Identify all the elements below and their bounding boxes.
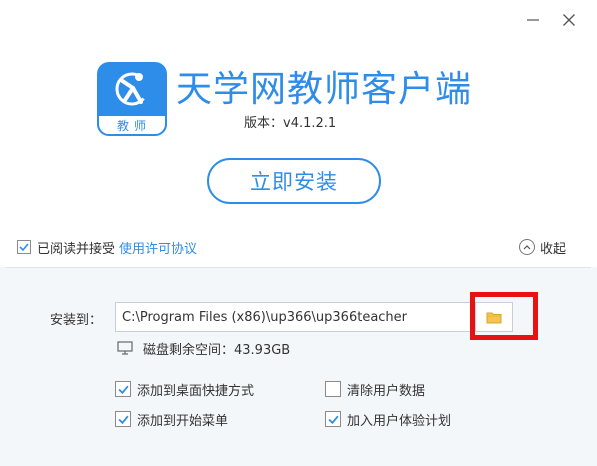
divider (6, 267, 591, 268)
disk-space-row: 磁盘剩余空间：43.93GB (117, 338, 290, 358)
options-panel (0, 267, 597, 466)
user-experience-checkbox[interactable] (325, 411, 341, 427)
agreement-row: 已阅读并接受 使用许可协议 (17, 237, 197, 257)
folder-icon (486, 312, 502, 323)
option-start-menu[interactable]: 添加到开始菜单 (115, 409, 228, 429)
start-menu-checkbox[interactable] (115, 411, 131, 427)
check-icon (327, 415, 339, 424)
install-now-button[interactable]: 立即安装 (207, 158, 381, 204)
option-label: 清除用户数据 (347, 383, 426, 399)
header-panel (0, 0, 597, 267)
install-path-label: 安装到： (50, 313, 103, 328)
close-button[interactable] (557, 8, 581, 32)
option-desktop-shortcut[interactable]: 添加到桌面快捷方式 (115, 379, 254, 399)
option-label: 添加到开始菜单 (137, 413, 229, 429)
collapse-toggle[interactable]: 收起 (519, 237, 566, 257)
option-clear-user-data[interactable]: 清除用户数据 (325, 379, 425, 399)
logo-text: 教师 (116, 119, 151, 133)
option-label: 加入用户体验计划 (347, 413, 452, 429)
option-label: 添加到桌面快捷方式 (137, 383, 255, 399)
close-icon (563, 14, 575, 26)
version-label: 版本：v4.1.2.1 (244, 116, 337, 131)
monitor-icon (117, 341, 133, 355)
disk-space-text: 磁盘剩余空间：43.93GB (143, 342, 291, 358)
minimize-button[interactable] (521, 8, 545, 32)
desktop-shortcut-checkbox[interactable] (115, 381, 131, 397)
runner-logo-icon (115, 72, 149, 106)
minimize-icon (527, 19, 539, 21)
install-path-input[interactable] (115, 302, 470, 332)
browse-folder-button[interactable] (475, 302, 513, 332)
check-icon (19, 243, 29, 252)
agreement-checkbox[interactable] (17, 240, 31, 254)
license-link[interactable]: 使用许可协议 (119, 238, 197, 257)
installer-window: 教师 天学网教师客户端 版本：v4.1.2.1 立即安装 已阅读并接受 使用许可… (0, 0, 597, 466)
check-icon (117, 385, 129, 394)
check-icon (117, 415, 129, 424)
app-logo: 教师 (97, 62, 167, 136)
chevron-up-icon (519, 239, 535, 255)
app-title: 天学网教师客户端 (176, 69, 473, 110)
clear-user-data-checkbox[interactable] (325, 381, 341, 397)
collapse-label: 收起 (540, 241, 567, 257)
option-user-experience[interactable]: 加入用户体验计划 (325, 409, 451, 429)
agreement-text: 已阅读并接受 (37, 241, 116, 257)
